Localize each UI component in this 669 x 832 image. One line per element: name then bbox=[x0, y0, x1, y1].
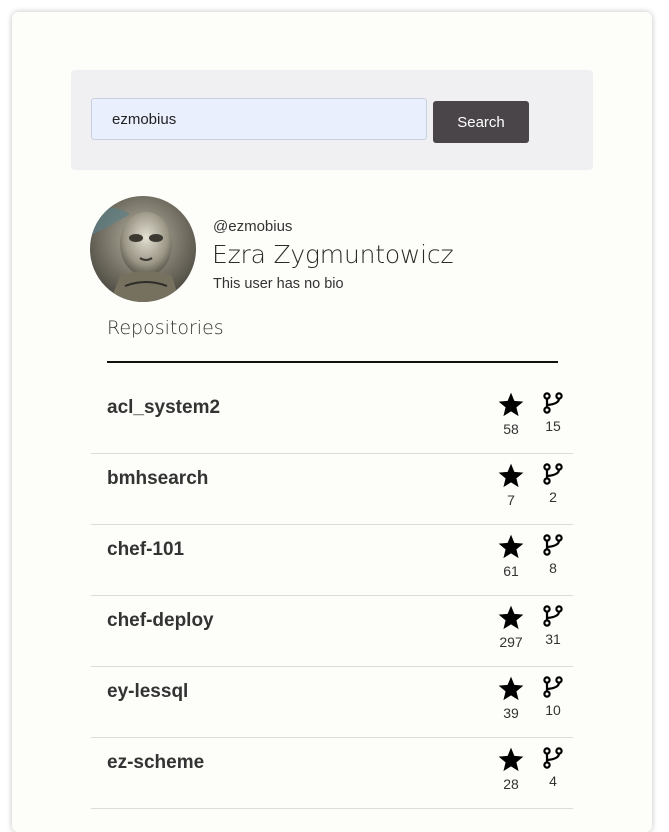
repo-row[interactable]: acl_system2 58 15 bbox=[91, 383, 573, 454]
repo-row[interactable]: ey-lessql 39 10 bbox=[91, 667, 573, 738]
repo-row[interactable]: chef-101 61 8 bbox=[91, 525, 573, 596]
repo-row[interactable]: ez-scheme 28 4 bbox=[91, 738, 573, 809]
profile-name: Ezra Zygmuntowicz bbox=[212, 240, 454, 269]
fork-count-group: 4 bbox=[538, 747, 568, 789]
fork-icon bbox=[543, 463, 563, 485]
fork-count-group: 10 bbox=[538, 676, 568, 718]
fork-count-group: 31 bbox=[538, 605, 568, 647]
fork-count-group: 8 bbox=[538, 534, 568, 576]
fork-count: 8 bbox=[549, 560, 557, 576]
fork-icon bbox=[543, 392, 563, 414]
star-icon bbox=[498, 676, 524, 701]
avatar bbox=[90, 196, 196, 302]
repo-name[interactable]: bmhsearch bbox=[107, 468, 208, 490]
repo-row[interactable]: chef-deploy 297 31 bbox=[91, 596, 573, 667]
fork-count: 4 bbox=[549, 773, 557, 789]
star-count-group: 28 bbox=[496, 747, 526, 792]
search-button[interactable]: Search bbox=[433, 101, 529, 143]
profile-card: Search bbox=[12, 12, 652, 832]
star-count-group: 58 bbox=[496, 392, 526, 437]
star-icon bbox=[498, 463, 524, 488]
star-count-group: 297 bbox=[496, 605, 526, 650]
fork-icon bbox=[543, 534, 563, 556]
star-icon bbox=[498, 392, 524, 417]
star-count-group: 39 bbox=[496, 676, 526, 721]
star-icon bbox=[498, 605, 524, 630]
star-count: 7 bbox=[507, 492, 515, 508]
fork-count-group: 2 bbox=[538, 463, 568, 505]
fork-icon bbox=[543, 605, 563, 627]
fork-count: 10 bbox=[545, 702, 561, 718]
star-icon bbox=[498, 747, 524, 772]
fork-count: 2 bbox=[549, 489, 557, 505]
fork-count: 31 bbox=[545, 631, 561, 647]
star-count-group: 7 bbox=[496, 463, 526, 508]
divider bbox=[107, 361, 558, 363]
repo-name[interactable]: ez-scheme bbox=[107, 752, 204, 774]
fork-count-group: 15 bbox=[538, 392, 568, 434]
search-input[interactable] bbox=[91, 98, 427, 140]
fork-icon bbox=[543, 676, 563, 698]
repo-name[interactable]: ey-lessql bbox=[107, 681, 188, 703]
repo-list: acl_system2 58 15 bmhsearch 7 2 chef-101 bbox=[91, 383, 573, 809]
profile-bio: This user has no bio bbox=[213, 276, 344, 292]
star-count: 58 bbox=[503, 421, 519, 437]
repo-name[interactable]: acl_system2 bbox=[107, 397, 220, 419]
fork-count: 15 bbox=[545, 418, 561, 434]
repo-row[interactable]: bmhsearch 7 2 bbox=[91, 454, 573, 525]
star-count: 61 bbox=[503, 563, 519, 579]
search-panel: Search bbox=[71, 70, 593, 170]
star-count: 297 bbox=[499, 634, 523, 650]
repo-name[interactable]: chef-101 bbox=[107, 539, 184, 561]
star-count: 28 bbox=[503, 776, 519, 792]
star-icon bbox=[498, 534, 524, 559]
profile-handle: @ezmobius bbox=[213, 218, 293, 235]
star-count: 39 bbox=[503, 705, 519, 721]
star-count-group: 61 bbox=[496, 534, 526, 579]
repo-name[interactable]: chef-deploy bbox=[107, 610, 214, 632]
fork-icon bbox=[543, 747, 563, 769]
repositories-heading: Repositories bbox=[107, 317, 224, 339]
